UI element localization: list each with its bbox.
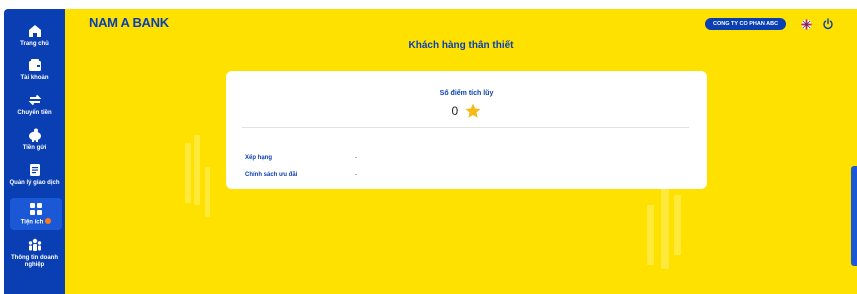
divider <box>242 127 689 128</box>
home-icon <box>28 25 41 37</box>
sidebar-item-home[interactable]: Trang chủ <box>4 23 65 48</box>
loyalty-card: Số điểm tích lũy 0 Xếp hạng - Chính sách… <box>226 71 707 189</box>
star-icon <box>465 103 481 118</box>
sidebar-item-label: Quản lý giao dịch <box>9 180 60 186</box>
main-area: NAM A BANK Khách hàng thân thiết CONG TY… <box>65 9 857 294</box>
sidebar-item-account[interactable]: Tài khoản <box>4 57 65 82</box>
decorative-bar <box>647 205 654 265</box>
sidebar-item-label: Trang chủ <box>20 41 49 47</box>
page-title: Khách hàng thân thiết <box>408 40 514 51</box>
sidebar-item-deposit[interactable]: Tiền gửi <box>4 127 65 152</box>
sidebar-item-label-wrap: Tiện ích <box>10 218 62 227</box>
policy-label: Chính sách ưu đãi <box>245 172 298 178</box>
people-icon <box>28 238 41 251</box>
decorative-bar <box>185 143 191 203</box>
points-display: 0 <box>226 102 707 120</box>
uk-flag-icon[interactable] <box>801 19 812 30</box>
policy-value: - <box>355 172 357 178</box>
bank-logo: NAM A BANK <box>89 15 169 30</box>
piggy-bank-icon <box>28 128 41 142</box>
sidebar-item-label: Chuyển tiền <box>17 110 52 116</box>
side-scroll-handle[interactable] <box>851 166 857 266</box>
sidebar-item-business-info[interactable]: Thông tin doanh nghiệp <box>4 237 65 269</box>
decorative-bar <box>205 167 210 217</box>
points-value: 0 <box>451 104 459 118</box>
decorative-bar <box>674 195 681 255</box>
sidebar: Trang chủ Tài khoản Chuyển tiền Tiền gửi… <box>4 9 65 294</box>
sidebar-item-utilities[interactable]: Tiện ích <box>10 198 62 230</box>
rank-label: Xếp hạng <box>245 155 273 161</box>
sidebar-item-transactions[interactable]: Quản lý giao dịch <box>4 162 65 187</box>
sidebar-item-transfer[interactable]: Chuyển tiền <box>4 92 65 117</box>
app-frame: Trang chủ Tài khoản Chuyển tiền Tiền gửi… <box>0 0 857 294</box>
transfer-icon <box>28 94 41 106</box>
decorative-bar <box>194 135 200 205</box>
notification-badge <box>45 218 52 224</box>
sidebar-item-label: Tiền gửi <box>22 145 47 151</box>
sidebar-item-label: Tiện ích <box>20 219 44 226</box>
sidebar-item-label: Tài khoản <box>20 75 49 81</box>
rank-value: - <box>355 155 357 161</box>
grid-icon <box>30 203 42 215</box>
power-icon[interactable] <box>822 18 834 30</box>
points-label: Số điểm tích lũy <box>439 90 494 97</box>
company-button[interactable]: CONG TY CO PHAN ABC <box>705 18 787 30</box>
document-icon <box>29 164 40 176</box>
wallet-icon <box>28 59 41 71</box>
sidebar-item-label: Thông tin doanh nghiệp <box>11 255 58 268</box>
decorative-bar <box>661 189 669 269</box>
